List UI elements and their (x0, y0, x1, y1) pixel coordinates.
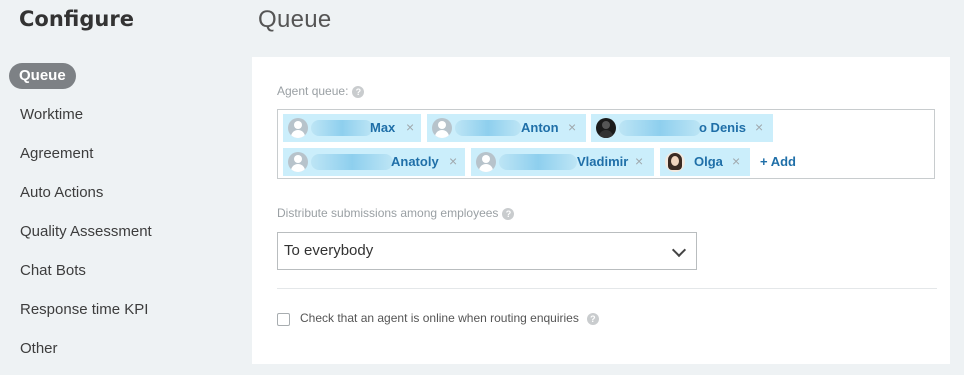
sidebar-item-agreement[interactable]: Agreement (0, 141, 250, 180)
redacted-surname (455, 120, 521, 136)
chevron-down-icon (671, 242, 687, 258)
photo-avatar-icon (665, 152, 685, 172)
sidebar-item-label: Agreement (20, 145, 94, 162)
sidebar-item-auto-actions[interactable]: Auto Actions (0, 180, 250, 219)
sidebar-item-other[interactable]: Other (0, 336, 250, 375)
online-check-checkbox[interactable] (277, 313, 290, 326)
agent-tag: Vladimir × (471, 148, 654, 176)
agent-name: Olga (694, 154, 723, 169)
redacted-surname (311, 154, 393, 170)
sidebar-nav: Queue Worktime Agreement Auto Actions Qu… (0, 63, 250, 375)
online-check-label-text: Check that an agent is online when routi… (300, 311, 579, 325)
online-check-label: Check that an agent is online when routi… (300, 311, 599, 325)
agent-tag: Anton × (427, 114, 586, 142)
sidebar-item-label: Chat Bots (20, 262, 86, 279)
default-avatar-icon (432, 118, 452, 138)
remove-icon[interactable]: × (449, 153, 457, 169)
agent-tag: Olga × (660, 148, 750, 176)
sidebar-item-label: Response time KPI (20, 301, 149, 318)
redacted-surname (619, 120, 701, 136)
remove-icon[interactable]: × (568, 119, 576, 135)
sidebar-item-queue[interactable]: Queue (0, 63, 250, 102)
sidebar-item-label: Worktime (20, 106, 84, 123)
default-avatar-icon (288, 118, 308, 138)
agent-name: Anton (521, 120, 559, 135)
remove-icon[interactable]: × (406, 119, 414, 135)
remove-icon[interactable]: × (732, 153, 740, 169)
redacted-surname (311, 120, 373, 136)
agent-name: Vladimir (577, 154, 629, 169)
remove-icon[interactable]: × (755, 119, 763, 135)
agent-tag: Anatoly × (283, 148, 465, 176)
sidebar-title: Configure (19, 7, 134, 31)
sidebar-item-label: Auto Actions (20, 184, 104, 201)
sidebar-item-worktime[interactable]: Worktime (0, 102, 250, 141)
distribute-label-text: Distribute submissions among employees (277, 206, 499, 220)
help-icon[interactable]: ? (352, 85, 365, 98)
agent-name: Max (370, 120, 396, 135)
add-agent-button[interactable]: + Add (760, 154, 796, 169)
help-icon[interactable]: ? (502, 207, 515, 220)
default-avatar-icon (288, 152, 308, 172)
distribute-select-value: To everybody (284, 242, 374, 259)
agent-tag: o Denis × (591, 114, 773, 142)
sidebar-item-quality-assessment[interactable]: Quality Assessment (0, 219, 250, 258)
sidebar-item-label: Quality Assessment (20, 223, 152, 240)
redacted-surname (499, 154, 577, 170)
agent-name: o Denis (699, 120, 746, 135)
distribute-select[interactable]: To everybody (277, 232, 697, 270)
sidebar-item-response-time-kpi[interactable]: Response time KPI (0, 297, 250, 336)
distribute-label: Distribute submissions among employees? (277, 206, 515, 220)
agent-tag: Max × (283, 114, 421, 142)
photo-avatar-icon (596, 118, 616, 138)
sidebar-item-chat-bots[interactable]: Chat Bots (0, 258, 250, 297)
sidebar: Configure Queue Worktime Agreement Auto … (0, 0, 250, 375)
default-avatar-icon (476, 152, 496, 172)
help-icon[interactable]: ? (586, 312, 599, 325)
agent-queue-label-text: Agent queue: (277, 84, 349, 98)
divider (277, 288, 937, 289)
sidebar-item-label: Other (20, 340, 58, 357)
agent-queue-field[interactable]: Max × Anton × o Denis × Anatoly × Vladim… (277, 109, 935, 179)
settings-panel: Agent queue:? Max × Anton × o Denis × An… (252, 57, 950, 364)
agent-name: Anatoly (391, 154, 439, 169)
agent-queue-label: Agent queue:? (277, 84, 365, 98)
sidebar-item-label: Queue (9, 63, 76, 89)
page-title: Queue (258, 6, 332, 33)
remove-icon[interactable]: × (635, 153, 643, 169)
